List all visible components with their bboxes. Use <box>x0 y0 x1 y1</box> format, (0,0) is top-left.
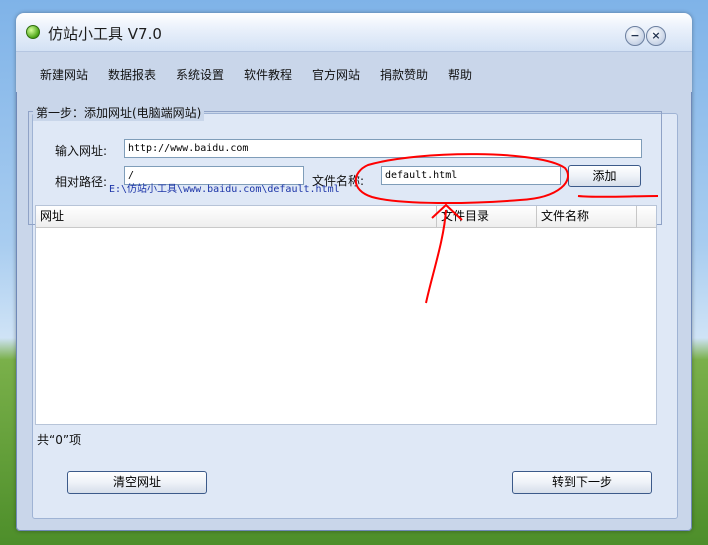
annotation-circle <box>354 153 569 205</box>
annotation-arrow-shaft <box>425 209 447 304</box>
red-annotation-overlay <box>354 153 659 304</box>
annotation-arrow-head <box>431 203 463 221</box>
annotation-underline <box>577 195 659 198</box>
